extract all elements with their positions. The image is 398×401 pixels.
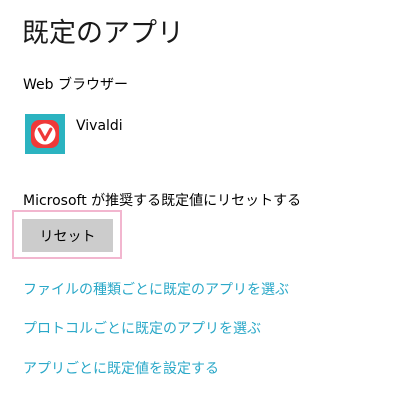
app-name: Vivaldi (76, 118, 123, 134)
default-web-browser-selector[interactable]: Vivaldi (25, 114, 123, 154)
app-tile (25, 114, 65, 154)
reset-description: Microsoft が推奨する既定値にリセットする (23, 193, 302, 209)
choose-default-apps-by-protocol-link[interactable]: プロトコルごとに既定のアプリを選ぶ (23, 319, 261, 339)
web-browser-section-label: Web ブラウザー (23, 77, 128, 93)
reset-button[interactable]: リセット (22, 219, 113, 252)
set-defaults-by-app-link[interactable]: アプリごとに既定値を設定する (23, 359, 219, 379)
choose-default-apps-by-file-type-link[interactable]: ファイルの種類ごとに既定のアプリを選ぶ (23, 280, 289, 300)
vivaldi-logo-icon (31, 120, 59, 148)
page-title: 既定のアプリ (22, 18, 184, 49)
